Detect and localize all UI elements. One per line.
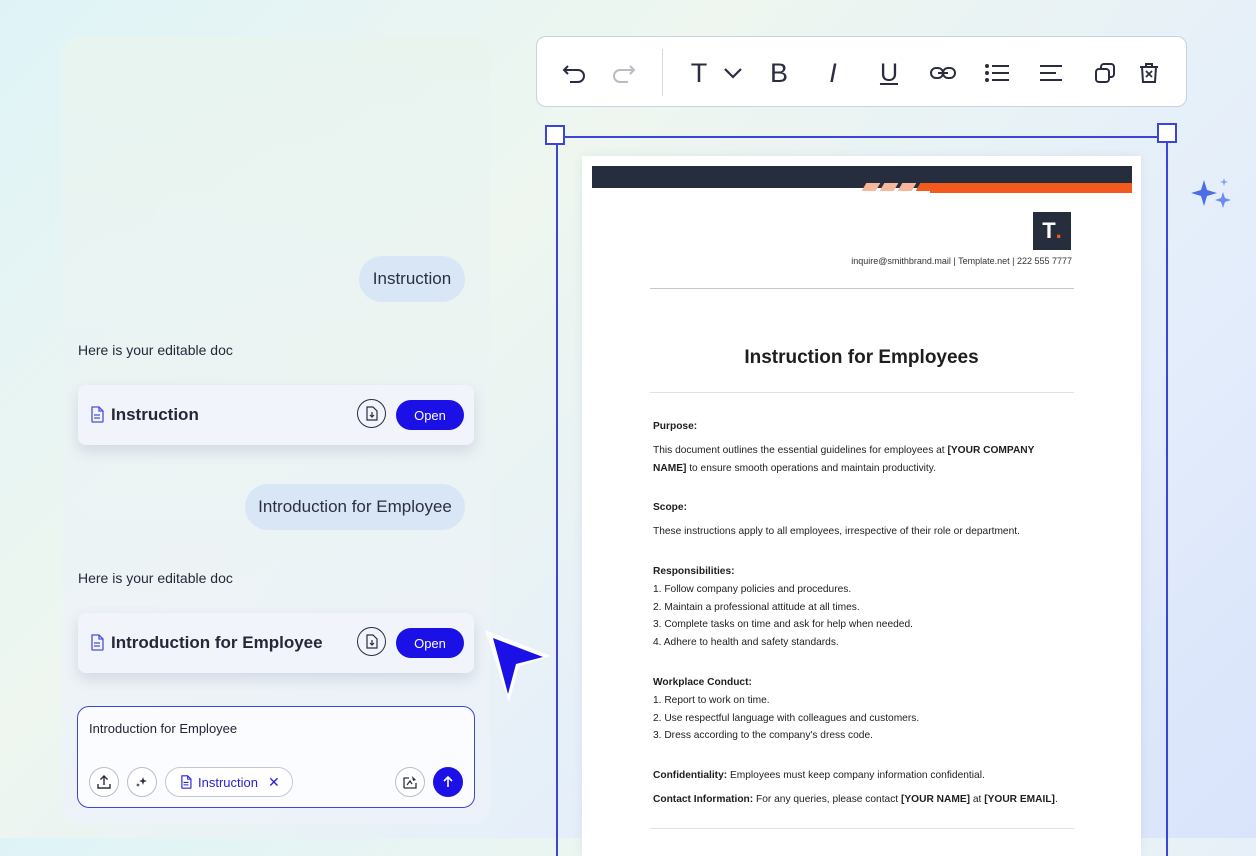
contact-line: inquire@smithbrand.mail | Template.net |… bbox=[851, 256, 1072, 266]
doc-card[interactable]: Instruction Open bbox=[78, 385, 474, 445]
document-icon bbox=[181, 775, 192, 789]
doc-card[interactable]: Introduction for Employee Open bbox=[78, 613, 474, 673]
assistant-reply: Here is your editable doc bbox=[78, 570, 233, 586]
download-button[interactable] bbox=[357, 399, 386, 428]
image-button[interactable] bbox=[395, 767, 425, 797]
assistant-reply: Here is your editable doc bbox=[78, 342, 233, 358]
scope-section: Scope: These instructions apply to all e… bbox=[653, 499, 1063, 541]
pointer-cursor-icon bbox=[485, 630, 551, 702]
redo-icon bbox=[613, 65, 636, 83]
duplicate-icon bbox=[1095, 63, 1115, 83]
user-message-text: Instruction bbox=[372, 269, 452, 288]
resize-handle-top-left[interactable] bbox=[545, 125, 565, 145]
list-item: 1. Follow company policies and procedure… bbox=[653, 583, 852, 595]
link-icon bbox=[930, 67, 956, 79]
ai-enhance-button[interactable] bbox=[127, 767, 157, 797]
undo-button[interactable] bbox=[561, 59, 589, 87]
attached-doc-chip[interactable]: Instruction ✕ bbox=[165, 767, 293, 797]
bold-button[interactable]: B bbox=[765, 57, 793, 88]
duplicate-button[interactable] bbox=[1091, 59, 1119, 87]
upload-icon bbox=[97, 775, 111, 789]
chip-label: Instruction bbox=[198, 774, 258, 790]
section-heading: Scope: bbox=[653, 502, 687, 514]
header-stripe bbox=[897, 183, 917, 191]
composer-input[interactable]: Introduction for Employee bbox=[89, 721, 237, 736]
sparkle-icon bbox=[136, 777, 147, 787]
bold-icon: B bbox=[769, 57, 788, 88]
send-button[interactable] bbox=[433, 767, 463, 797]
align-left-icon bbox=[1040, 65, 1062, 81]
sparkle-icon bbox=[1191, 178, 1231, 208]
list-item: 3. Complete tasks on time and ask for he… bbox=[653, 619, 913, 631]
list-item: 3. Dress according to the company's dres… bbox=[653, 730, 873, 742]
user-message-bubble: Instruction bbox=[359, 256, 465, 302]
header-accent-band bbox=[930, 183, 1132, 193]
section-heading: Purpose: bbox=[653, 421, 698, 432]
toolbar-divider bbox=[662, 49, 663, 96]
list-item: 2. Use respectful language with colleagu… bbox=[653, 712, 920, 724]
text-style-icon: T bbox=[690, 57, 708, 88]
document-title: Instruction for Employees bbox=[744, 347, 979, 368]
section-text: These instructions apply to all employee… bbox=[653, 526, 1020, 538]
divider bbox=[650, 828, 1074, 829]
editor-toolbar: T B I U bbox=[536, 36, 1187, 107]
undo-icon bbox=[562, 65, 585, 83]
chat-panel: Instruction Here is your editable doc In… bbox=[62, 36, 490, 824]
conduct-section: Workplace Conduct: 1. Report to work on … bbox=[653, 674, 1063, 745]
doc-card-title: Introduction for Employee bbox=[111, 633, 323, 652]
underline-button[interactable]: U bbox=[875, 59, 903, 87]
open-button[interactable]: Open bbox=[396, 628, 464, 658]
bullet-list-button[interactable] bbox=[983, 59, 1011, 87]
open-button[interactable]: Open bbox=[396, 400, 464, 430]
italic-button[interactable]: I bbox=[819, 57, 847, 88]
redo-button[interactable] bbox=[609, 59, 637, 87]
chevron-down-icon bbox=[724, 68, 742, 79]
contact-info-line: Contact Information: For any queries, pl… bbox=[653, 793, 1058, 805]
document-icon bbox=[91, 634, 104, 651]
delete-icon bbox=[1140, 63, 1158, 83]
image-edit-icon bbox=[403, 776, 417, 789]
section-text: This document outlines the essential gui… bbox=[653, 444, 1035, 474]
user-message-bubble: Introduction for Employee bbox=[245, 484, 465, 530]
link-button[interactable] bbox=[929, 59, 957, 87]
download-icon bbox=[365, 634, 378, 649]
close-icon[interactable]: ✕ bbox=[268, 774, 280, 791]
document-page[interactable]: T. inquire@smithbrand.mail | Template.ne… bbox=[582, 156, 1141, 856]
purpose-section: Purpose: This document outlines the esse… bbox=[653, 418, 1063, 477]
message-composer[interactable]: Introduction for Employee Instruction ✕ bbox=[77, 706, 475, 808]
download-button[interactable] bbox=[357, 627, 386, 656]
header-stripe bbox=[879, 183, 899, 191]
header-stripe bbox=[861, 183, 881, 191]
section-heading: Workplace Conduct: bbox=[653, 676, 752, 688]
confidentiality-line: Confidentiality: Employees must keep com… bbox=[653, 770, 985, 782]
delete-button[interactable] bbox=[1135, 59, 1163, 87]
bullet-list-icon bbox=[985, 64, 1009, 82]
list-item: 1. Report to work on time. bbox=[653, 694, 770, 706]
text-style-dropdown[interactable] bbox=[719, 59, 747, 87]
responsibilities-section: Responsibilities: 1. Follow company poli… bbox=[653, 563, 1063, 652]
list-item: 4. Adhere to health and safety standards… bbox=[653, 637, 839, 649]
list-item: 2. Maintain a professional attitude at a… bbox=[653, 601, 860, 613]
doc-card-title: Instruction bbox=[111, 405, 199, 424]
text-style-button[interactable]: T bbox=[685, 57, 713, 88]
italic-icon: I bbox=[829, 57, 837, 88]
align-button[interactable] bbox=[1037, 59, 1065, 87]
underline-icon: U bbox=[879, 58, 899, 87]
upload-button[interactable] bbox=[89, 767, 119, 797]
resize-handle-top-right[interactable] bbox=[1157, 123, 1177, 143]
download-icon bbox=[365, 406, 378, 421]
user-message-text: Introduction for Employee bbox=[258, 497, 452, 516]
arrow-up-icon bbox=[443, 775, 453, 787]
divider bbox=[650, 288, 1074, 289]
document-icon bbox=[91, 406, 104, 423]
document-body: Purpose: This document outlines the esse… bbox=[653, 418, 1063, 809]
company-logo: T. bbox=[1033, 212, 1071, 250]
divider bbox=[650, 392, 1074, 393]
section-heading: Responsibilities: bbox=[653, 565, 735, 577]
